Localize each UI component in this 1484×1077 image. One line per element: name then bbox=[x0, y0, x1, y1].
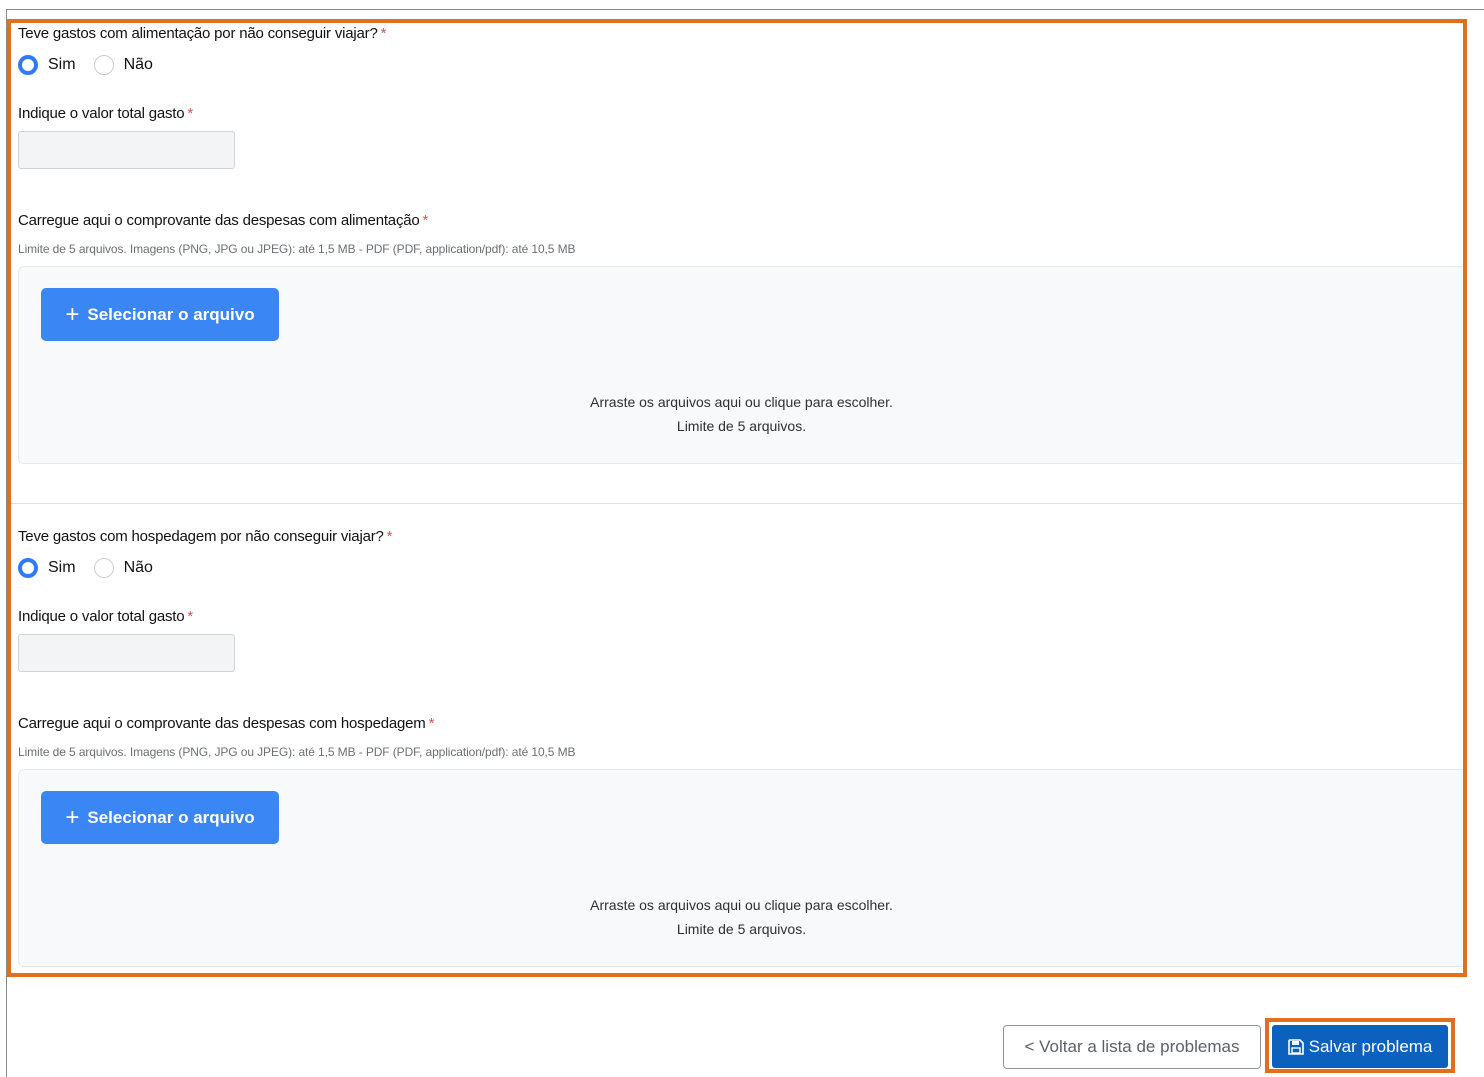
radio-food-yes[interactable] bbox=[18, 55, 38, 75]
radio-lodging-yes[interactable] bbox=[18, 558, 38, 578]
question-lodging-expenses: Teve gastos com hospedagem por não conse… bbox=[18, 528, 393, 545]
lodging-amount-input[interactable] bbox=[18, 634, 235, 672]
lodging-select-file-button[interactable]: + Selecionar o arquivo bbox=[41, 791, 279, 844]
question-food-expenses: Teve gastos com alimentação por não cons… bbox=[18, 25, 387, 42]
lodging-drop-instructions: Arraste os arquivos aqui ou clique para … bbox=[590, 897, 893, 937]
lodging-amount-label: Indique o valor total gasto * bbox=[18, 608, 194, 625]
save-problem-button[interactable]: Salvar problema bbox=[1272, 1025, 1448, 1068]
radio-food-no-label[interactable]: Não bbox=[124, 56, 153, 74]
radio-group-lodging: Sim Não bbox=[18, 558, 171, 578]
section-divider bbox=[11, 503, 1463, 504]
plus-icon: + bbox=[65, 300, 80, 328]
radio-lodging-yes-label[interactable]: Sim bbox=[48, 559, 76, 577]
lodging-upload-hint: Limite de 5 arquivos. Imagens (PNG, JPG … bbox=[18, 745, 576, 759]
radio-lodging-no[interactable] bbox=[93, 558, 114, 578]
radio-food-no[interactable] bbox=[93, 55, 114, 75]
food-amount-input[interactable] bbox=[18, 131, 235, 169]
food-upload-title: Carregue aqui o comprovante das despesas… bbox=[18, 212, 429, 229]
floppy-disk-icon bbox=[1287, 1038, 1304, 1055]
food-upload-hint: Limite de 5 arquivos. Imagens (PNG, JPG … bbox=[18, 242, 576, 256]
lodging-dropzone[interactable]: + Selecionar o arquivo Arraste os arquiv… bbox=[18, 769, 1463, 967]
radio-lodging-no-label[interactable]: Não bbox=[124, 559, 153, 577]
radio-group-food: Sim Não bbox=[18, 55, 171, 75]
lodging-upload-title: Carregue aqui o comprovante das despesas… bbox=[18, 715, 435, 732]
food-dropzone[interactable]: + Selecionar o arquivo Arraste os arquiv… bbox=[18, 266, 1463, 464]
food-select-file-button[interactable]: + Selecionar o arquivo bbox=[41, 288, 279, 341]
required-marker: * bbox=[380, 25, 387, 42]
food-amount-label: Indique o valor total gasto * bbox=[18, 105, 194, 122]
back-to-problems-button[interactable]: < Voltar a lista de problemas bbox=[1003, 1025, 1261, 1069]
radio-food-yes-label[interactable]: Sim bbox=[48, 56, 76, 74]
food-drop-instructions: Arraste os arquivos aqui ou clique para … bbox=[590, 394, 893, 434]
plus-icon: + bbox=[65, 803, 80, 831]
